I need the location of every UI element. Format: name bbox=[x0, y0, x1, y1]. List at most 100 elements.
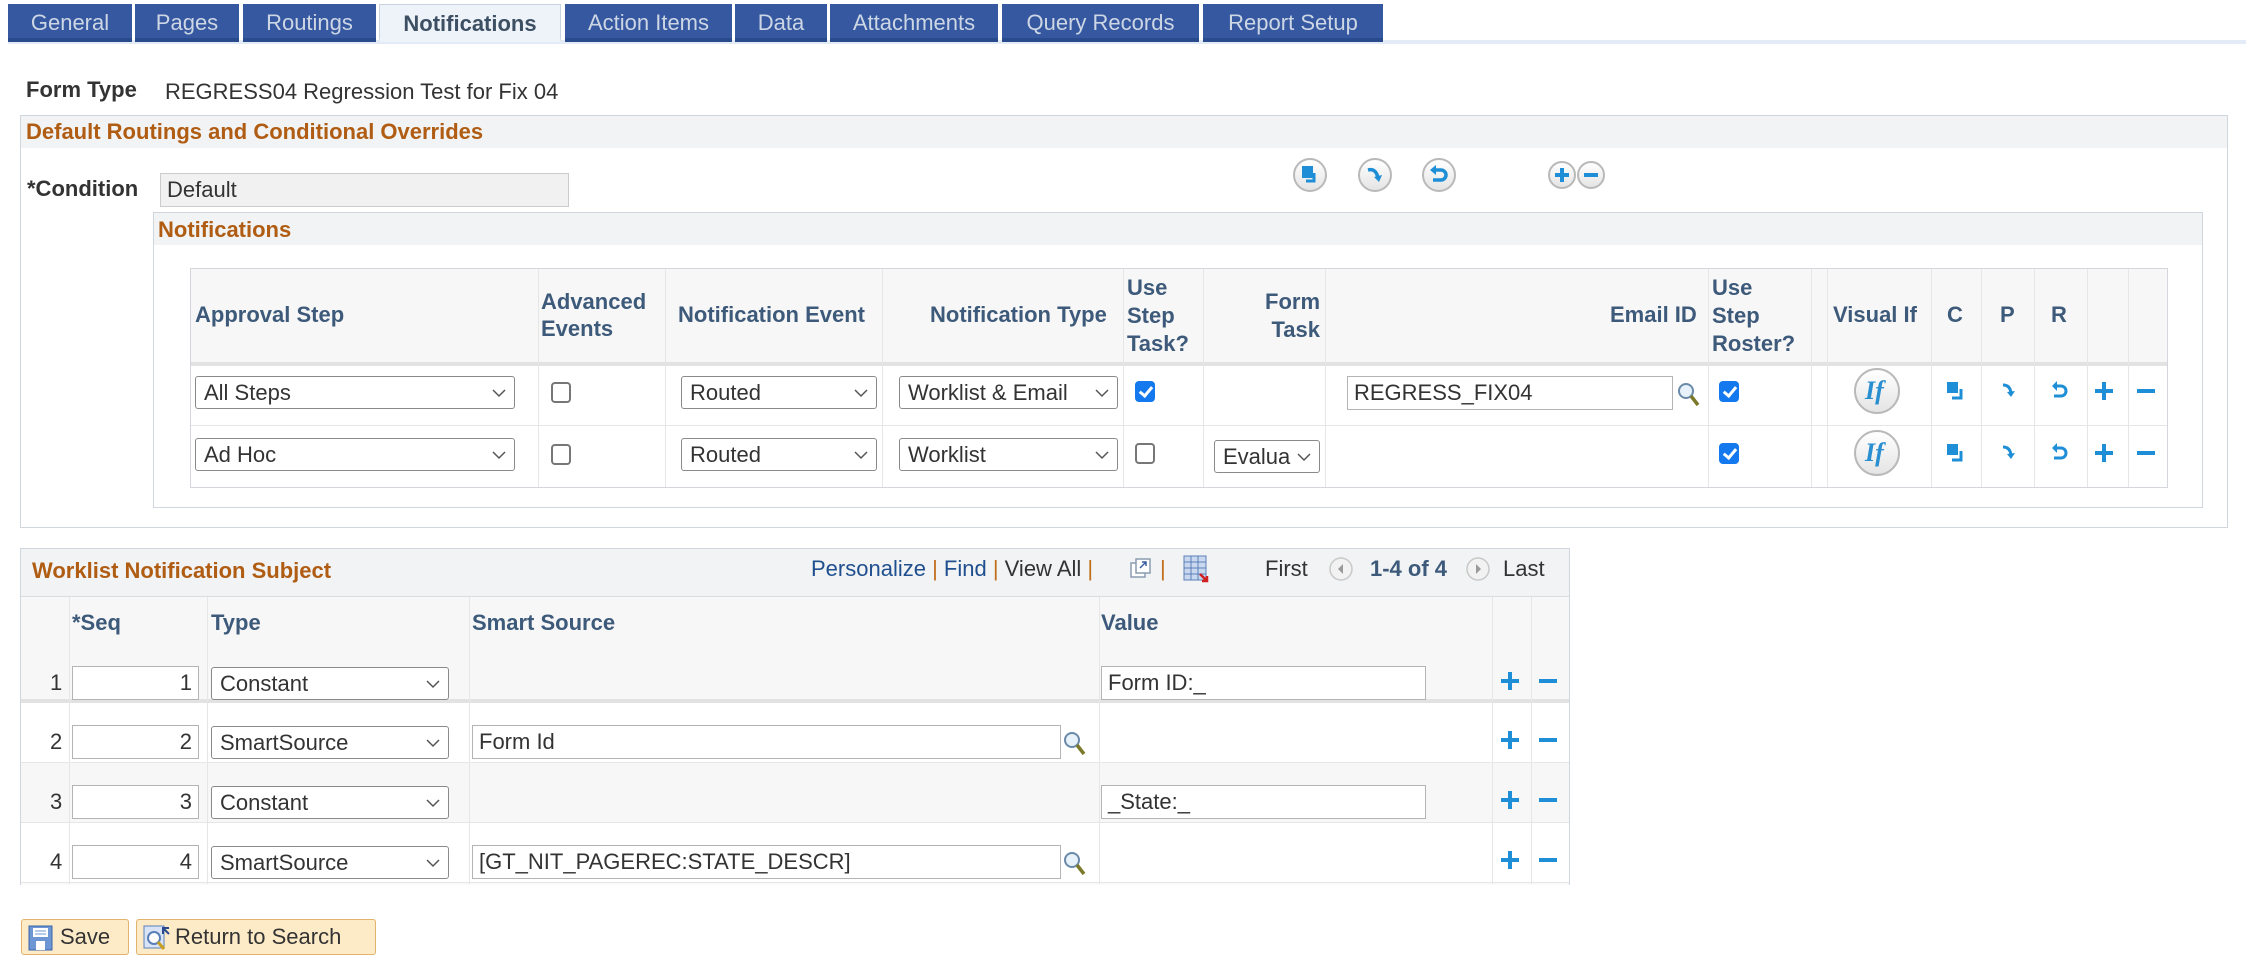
approval-step-select[interactable]: Ad Hoc bbox=[195, 438, 515, 471]
seq-input[interactable]: 4 bbox=[72, 845, 199, 879]
col-header-text: Step bbox=[1712, 303, 1760, 328]
notifications-header-band bbox=[154, 213, 2202, 245]
add-row-icon[interactable] bbox=[2091, 378, 2117, 404]
col-header-value: Value bbox=[1101, 610, 1159, 635]
delete-row-icon[interactable] bbox=[2133, 440, 2159, 466]
use-step-task-checkbox[interactable] bbox=[1135, 443, 1155, 464]
copy-icon[interactable] bbox=[1943, 440, 1969, 466]
smart-source-input[interactable]: [GT_NIT_PAGEREC:STATE_DESCR] bbox=[472, 845, 1061, 879]
delete-row-icon[interactable] bbox=[1535, 668, 1561, 694]
value-input[interactable]: _State:_ bbox=[1101, 785, 1426, 819]
email-id-input[interactable]: REGRESS_FIX04 bbox=[1347, 376, 1673, 410]
reset-icon[interactable] bbox=[2047, 440, 2073, 466]
tab-general[interactable]: General bbox=[8, 4, 132, 42]
notification-event-select[interactable]: Routed bbox=[681, 376, 877, 409]
approval-step-select[interactable]: All Steps bbox=[195, 376, 515, 409]
reset-icon[interactable] bbox=[2047, 378, 2073, 404]
return-search-icon bbox=[143, 925, 170, 950]
col-divider bbox=[1099, 597, 1100, 884]
col-header-form-task: Form Task bbox=[1250, 288, 1320, 344]
type-select[interactable]: SmartSource bbox=[211, 846, 449, 879]
select-value: Routed bbox=[690, 380, 761, 405]
value-input[interactable]: Form ID:_ bbox=[1101, 666, 1426, 700]
tab-pages[interactable]: Pages bbox=[135, 4, 239, 42]
delete-row-icon[interactable] bbox=[1535, 847, 1561, 873]
add-icon[interactable] bbox=[1548, 161, 1576, 189]
delete-icon[interactable] bbox=[1577, 161, 1605, 189]
reset-icon[interactable] bbox=[1422, 158, 1456, 192]
col-header-notification-event: Notification Event bbox=[678, 302, 866, 327]
add-row-icon[interactable] bbox=[1497, 668, 1523, 694]
chevron-down-icon bbox=[492, 389, 506, 398]
select-value: SmartSource bbox=[220, 850, 349, 875]
col-divider bbox=[1931, 269, 1932, 487]
return-to-search-button[interactable]: Return to Search bbox=[136, 919, 376, 955]
tab-report-setup[interactable]: Report Setup bbox=[1203, 4, 1383, 42]
first-link[interactable]: First bbox=[1265, 556, 1308, 582]
type-select[interactable]: Constant bbox=[211, 667, 449, 700]
tab-action-items[interactable]: Action Items bbox=[565, 4, 732, 42]
previous-icon[interactable] bbox=[1328, 556, 1354, 582]
advanced-events-checkbox[interactable] bbox=[551, 382, 571, 403]
delete-row-icon[interactable] bbox=[2133, 378, 2159, 404]
save-icon bbox=[28, 925, 53, 951]
tab-attachments[interactable]: Attachments bbox=[830, 4, 998, 42]
type-select[interactable]: Constant bbox=[211, 786, 449, 819]
next-icon[interactable] bbox=[1465, 556, 1491, 582]
use-step-roster-checkbox[interactable] bbox=[1719, 443, 1739, 464]
col-divider bbox=[469, 597, 470, 884]
chevron-down-icon bbox=[1295, 441, 1313, 472]
use-step-task-checkbox[interactable] bbox=[1135, 381, 1155, 402]
paste-icon[interactable] bbox=[1358, 158, 1392, 192]
tab-query-records[interactable]: Query Records bbox=[1002, 4, 1199, 42]
add-row-icon[interactable] bbox=[1497, 727, 1523, 753]
visual-if-icon[interactable]: If bbox=[1854, 368, 1900, 414]
notification-type-select[interactable]: Worklist bbox=[899, 438, 1118, 471]
personalize-link[interactable]: Personalize bbox=[811, 556, 926, 581]
col-header-advanced-events: Advanced Events bbox=[541, 288, 646, 342]
lookup-icon[interactable] bbox=[1062, 849, 1088, 879]
tab-routings[interactable]: Routings bbox=[243, 4, 376, 42]
col-divider bbox=[207, 597, 208, 884]
form-task-select[interactable]: Evalua bbox=[1214, 440, 1320, 473]
save-button[interactable]: Save bbox=[21, 919, 129, 955]
delete-row-icon[interactable] bbox=[1535, 787, 1561, 813]
copy-icon[interactable] bbox=[1943, 378, 1969, 404]
notification-type-select[interactable]: Worklist & Email bbox=[899, 376, 1118, 409]
chevron-down-icon bbox=[426, 859, 440, 868]
col-divider bbox=[665, 269, 666, 487]
new-window-icon[interactable] bbox=[1128, 556, 1154, 582]
chevron-down-icon bbox=[1095, 451, 1109, 460]
seq-input[interactable]: 3 bbox=[72, 785, 199, 819]
download-spreadsheet-icon[interactable] bbox=[1182, 554, 1210, 584]
paste-icon[interactable] bbox=[1996, 378, 2022, 404]
use-step-roster-checkbox[interactable] bbox=[1719, 381, 1739, 402]
view-all-link[interactable]: View All bbox=[1005, 556, 1082, 581]
seq-input[interactable]: 1 bbox=[72, 666, 199, 700]
lookup-icon[interactable] bbox=[1062, 729, 1088, 759]
add-row-icon[interactable] bbox=[1497, 847, 1523, 873]
tab-data[interactable]: Data bbox=[735, 4, 827, 42]
col-divider bbox=[1981, 269, 1982, 487]
row-divider bbox=[191, 425, 2167, 426]
col-header-approval-step: Approval Step bbox=[195, 302, 345, 327]
paste-icon[interactable] bbox=[1996, 440, 2022, 466]
copy-icon[interactable] bbox=[1293, 158, 1327, 192]
add-row-icon[interactable] bbox=[2091, 440, 2117, 466]
add-row-icon[interactable] bbox=[1497, 787, 1523, 813]
seq-input[interactable]: 2 bbox=[72, 725, 199, 759]
visual-if-icon[interactable]: If bbox=[1854, 430, 1900, 476]
col-header-smart-source: Smart Source bbox=[472, 610, 616, 635]
type-select[interactable]: SmartSource bbox=[211, 726, 449, 759]
advanced-events-checkbox[interactable] bbox=[551, 444, 571, 465]
last-link[interactable]: Last bbox=[1503, 556, 1545, 582]
notification-event-select[interactable]: Routed bbox=[681, 438, 877, 471]
col-header-use-step-roster: Use Step Roster? bbox=[1712, 274, 1795, 358]
delete-row-icon[interactable] bbox=[1535, 727, 1561, 753]
lookup-icon[interactable] bbox=[1676, 380, 1702, 410]
tab-notifications[interactable]: Notifications bbox=[379, 4, 561, 42]
smart-source-input[interactable]: Form Id bbox=[472, 725, 1061, 759]
find-link[interactable]: Find bbox=[944, 556, 987, 581]
condition-field[interactable]: Default bbox=[160, 173, 569, 207]
col-divider bbox=[538, 269, 539, 487]
